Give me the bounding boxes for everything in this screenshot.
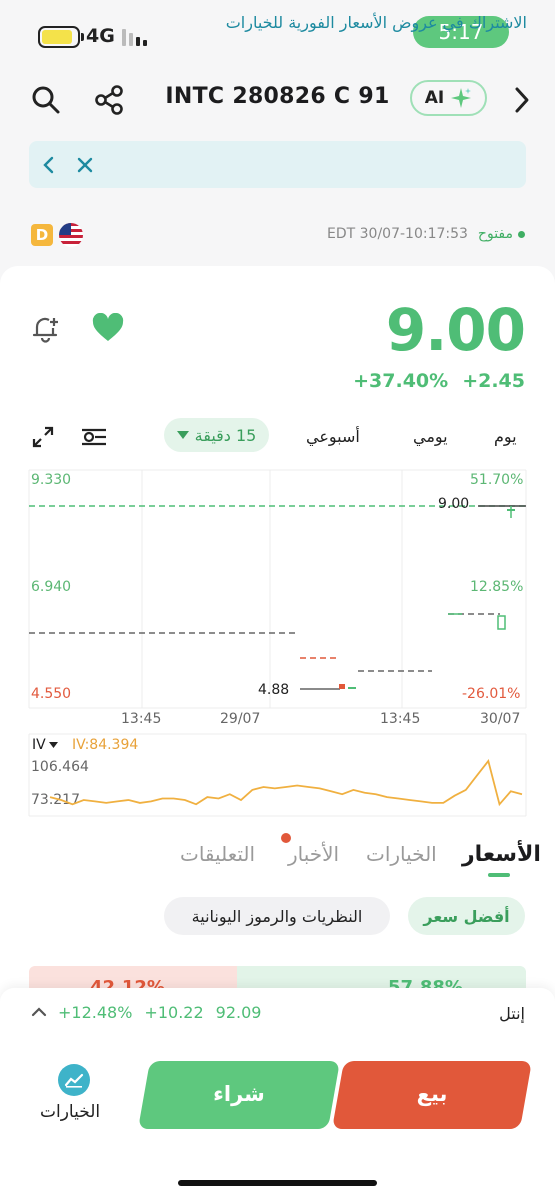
x-label-3: 13:45 (380, 711, 421, 727)
underlying-quote: +12.48% +10.22 92.09 (58, 1003, 261, 1022)
chevron-right-icon[interactable] (508, 82, 536, 118)
market-datetime: 30/07-10:17:53 EDT (327, 226, 468, 242)
y-label-high: 9.330 (31, 472, 72, 488)
caret-down-icon (176, 431, 189, 439)
ai-button[interactable]: AI (410, 80, 487, 116)
share-icon[interactable] (91, 82, 127, 118)
chip-greeks[interactable]: النظريات والرموز اليونانية (164, 897, 390, 935)
tab-indicator (488, 873, 510, 877)
option-price: 9.00 (385, 296, 526, 364)
battery-tip (81, 33, 84, 41)
banner-text: الاشتراك في عروض الأسعار الفورية للخيارا… (225, 13, 527, 32)
market-status: مفتوح 30/07-10:17:53 EDT (327, 226, 525, 242)
y-pct-high: 51.70% (470, 472, 524, 488)
underlying-name: إنتل (499, 1004, 525, 1023)
tab-weekly[interactable]: أسبوعي (306, 427, 360, 446)
underlying-change: +10.22 (144, 1003, 204, 1022)
low-marker-label: 4.88 (258, 682, 290, 698)
buy-label: شراء (213, 1082, 265, 1106)
change-value: +2.45 (462, 370, 525, 392)
x-label-1: 13:45 (121, 711, 162, 727)
news-badge-dot (281, 833, 291, 843)
iv-line (49, 759, 523, 807)
sell-label: بيع (416, 1082, 448, 1106)
chevron-up-icon[interactable] (28, 1002, 50, 1022)
subscribe-banner[interactable] (29, 141, 526, 188)
us-flag-icon (59, 223, 83, 247)
market-open-label: مفتوح (478, 226, 525, 242)
heart-icon[interactable] (90, 310, 126, 346)
y-label-low: 4.550 (31, 686, 72, 702)
search-icon[interactable] (28, 82, 64, 118)
tab-daily[interactable]: يومي (413, 427, 448, 446)
alert-bell-icon[interactable] (28, 310, 64, 346)
tab-day[interactable]: يوم (494, 427, 517, 446)
home-indicator (178, 1180, 377, 1186)
x-label-2: 29/07 (220, 711, 261, 727)
options-chart-icon (58, 1064, 90, 1096)
options-nav-label[interactable]: الخيارات (40, 1102, 100, 1122)
candle-green-2 (497, 615, 506, 630)
underlying-change-pct: +12.48% (58, 1003, 133, 1022)
y-pct-mid: 12.85% (470, 579, 524, 595)
tab-options[interactable]: الخيارات (366, 842, 437, 866)
signal-icon (122, 29, 150, 46)
screen: 4G 5:17 INTC 280826 C 91 AI الاشتراك في … (0, 0, 555, 1200)
network-label: 4G (86, 25, 115, 47)
change-percent: +37.40% (353, 370, 449, 392)
battery-level (42, 30, 72, 44)
sparkle-icon (451, 88, 472, 108)
interval-label: 15 دقيقة (194, 425, 257, 445)
y-pct-low: -26.01% (462, 686, 521, 702)
underlying-price: 92.09 (215, 1003, 262, 1022)
chevron-left-icon[interactable] (38, 152, 58, 178)
indicator-settings-icon[interactable] (78, 422, 110, 452)
candle-red (339, 684, 345, 689)
close-icon[interactable] (72, 152, 98, 178)
price-change: +37.40% +2.45 (353, 370, 525, 392)
chip-best-price[interactable]: أفضل سعر (408, 897, 525, 935)
fullscreen-icon[interactable] (28, 422, 58, 452)
tab-news[interactable]: الأخبار (288, 842, 339, 866)
iv-chart (28, 733, 527, 817)
y-label-mid: 6.940 (31, 579, 72, 595)
last-price-label: 9.00 (438, 496, 470, 512)
ai-label: AI (424, 88, 445, 108)
tab-comments[interactable]: التعليقات (180, 842, 255, 866)
delay-badge: D (31, 224, 53, 246)
tab-prices[interactable]: الأسعار (462, 842, 541, 867)
interval-dropdown[interactable]: 15 دقيقة (164, 418, 269, 452)
x-label-4: 30/07 (480, 711, 521, 727)
